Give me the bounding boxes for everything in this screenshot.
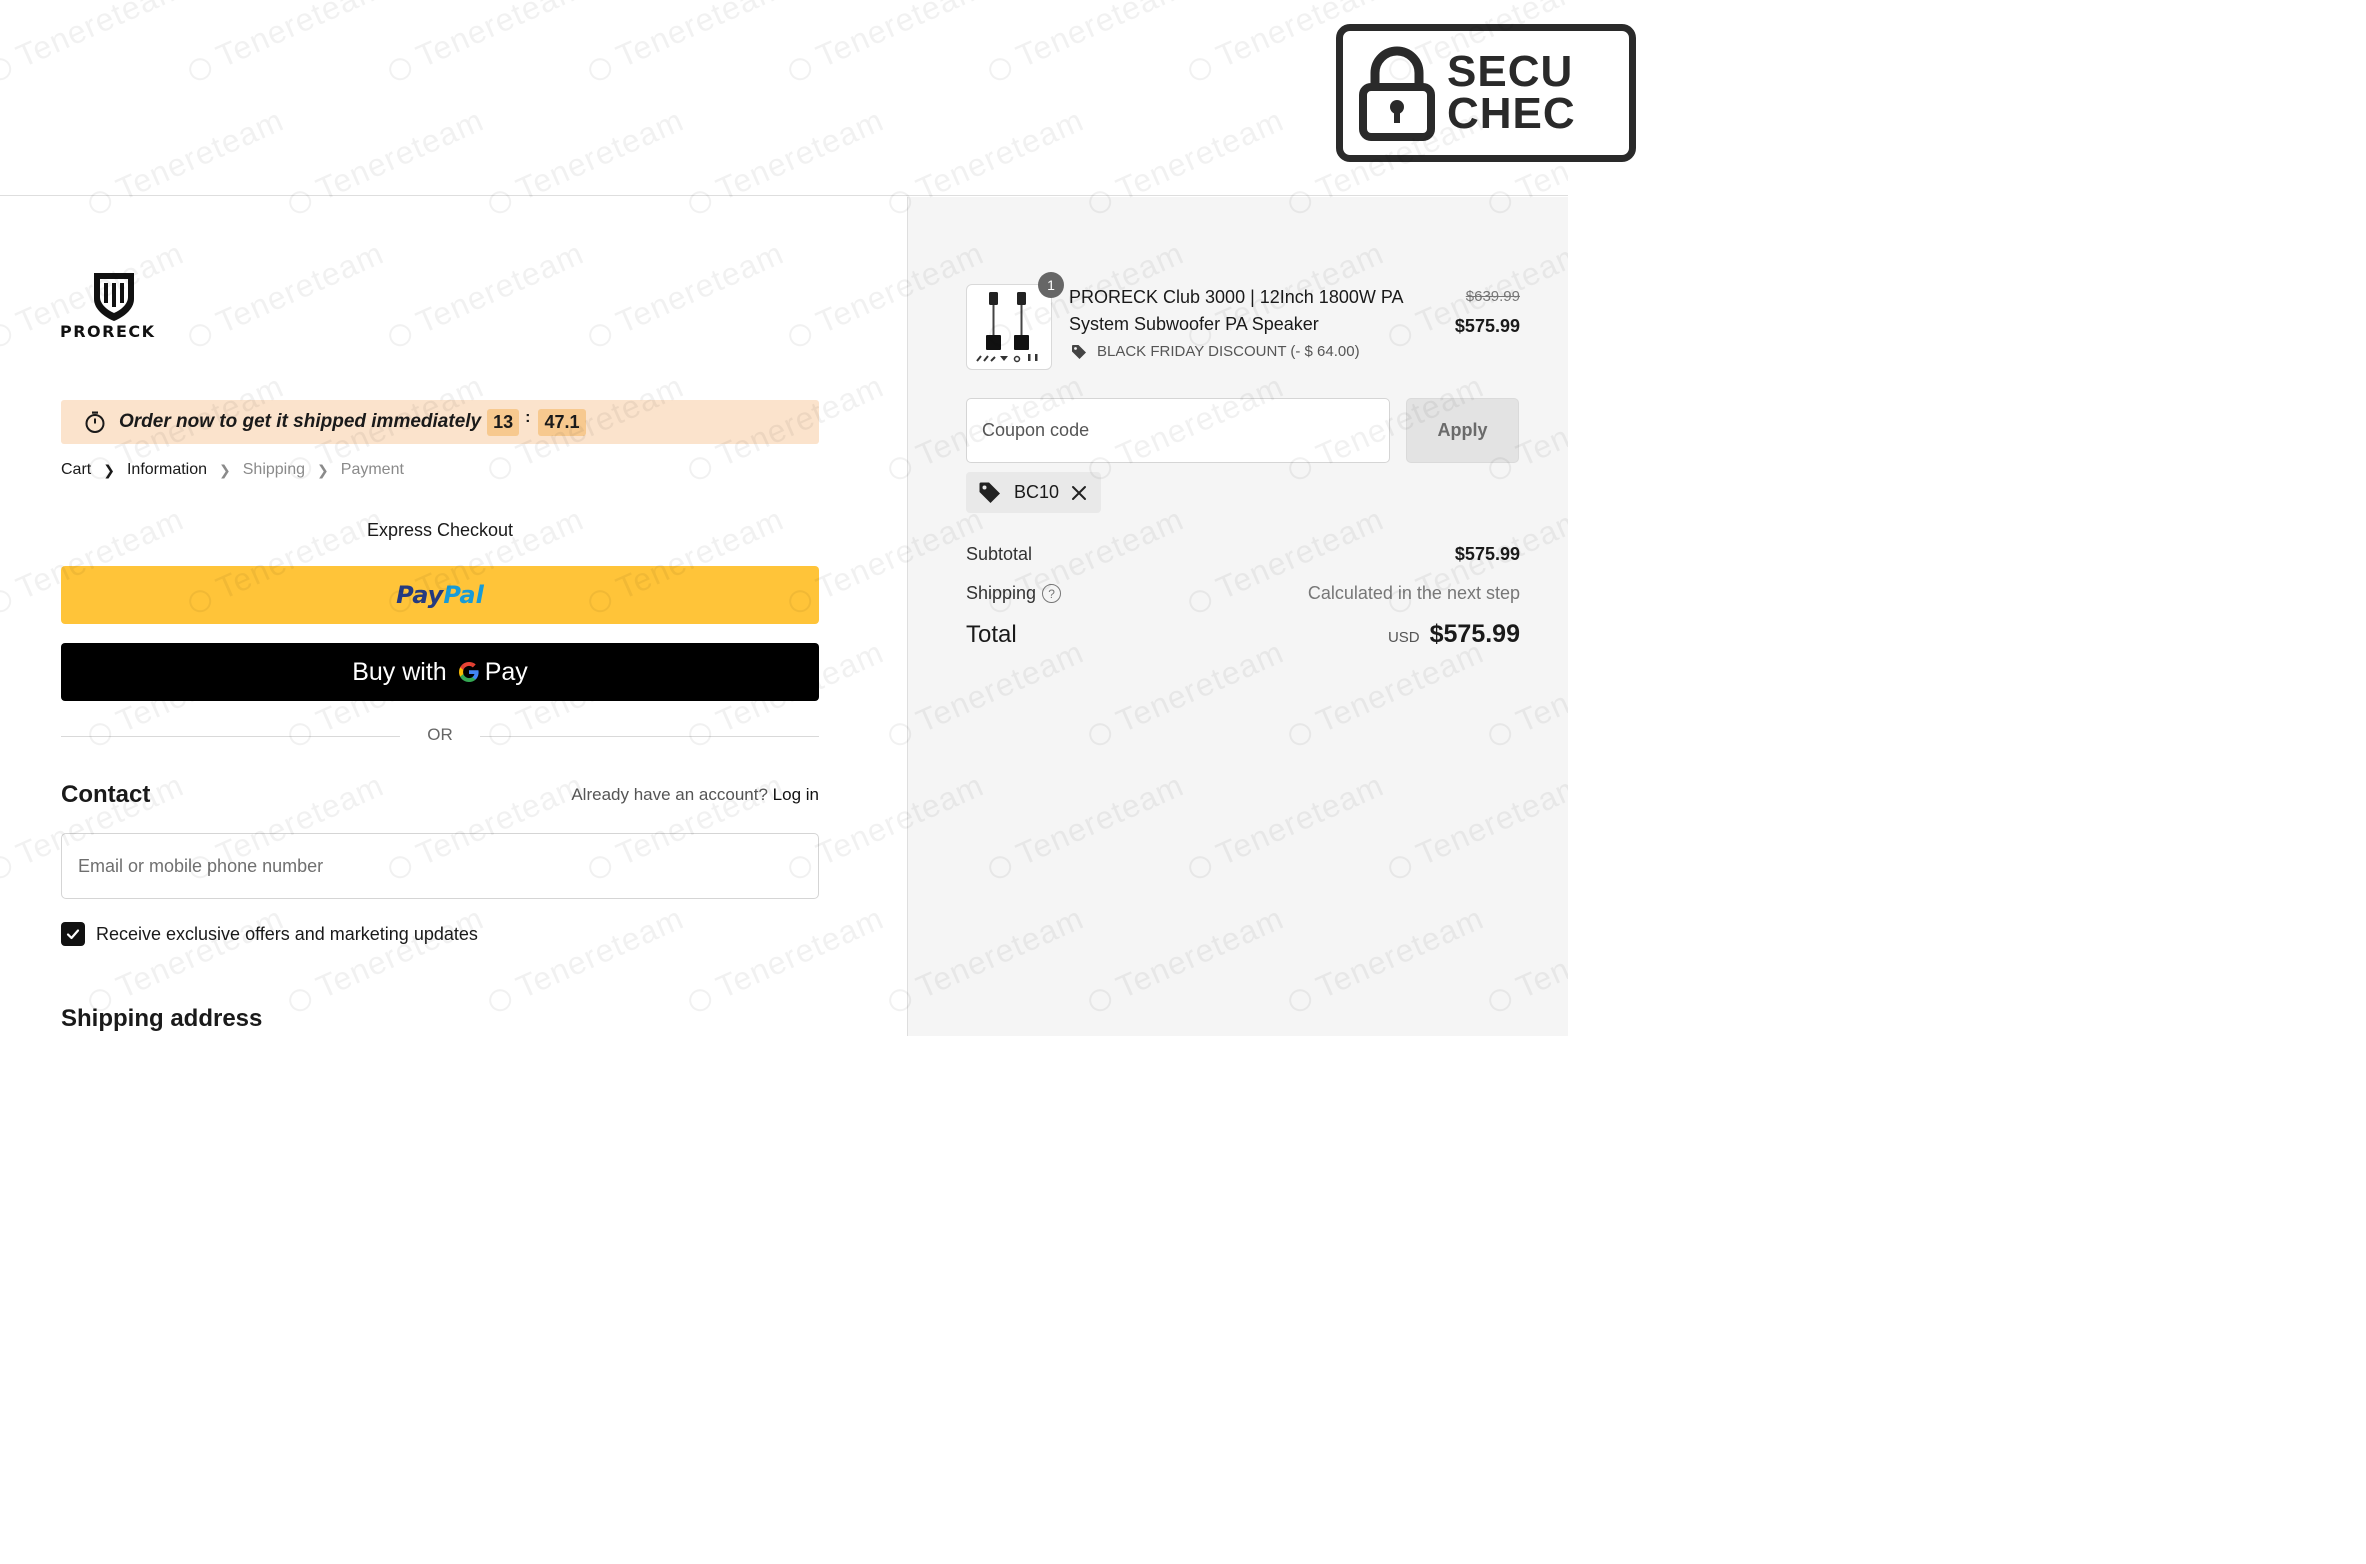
tag-icon (1072, 344, 1086, 359)
chevron-right-icon: ❯ (219, 461, 231, 478)
express-checkout-title: Express Checkout (366, 520, 514, 540)
breadcrumb-information: Information (126, 461, 208, 478)
question-circle-icon[interactable]: ? (1042, 584, 1062, 603)
promo-text: Order now to get it shipped immediately (119, 411, 482, 432)
paypal-button[interactable]: Pay Pal (61, 566, 819, 624)
original-price: $639.99 (1465, 288, 1520, 305)
account-prompt-text: Already have an account? (571, 785, 768, 804)
countdown-seconds: 47.1 (538, 408, 586, 436)
product-name: PRORECK Club 3000 | 12Inch 1800W PA Syst… (1069, 287, 1403, 334)
login-link[interactable]: Log in (773, 785, 819, 804)
discount-label: BLACK FRIDAY DISCOUNT (- $ 64.00) (1097, 343, 1360, 360)
shipping-address-heading: Shipping address (61, 1005, 263, 1032)
subtotal-value: $575.99 (1454, 544, 1520, 564)
breadcrumb-shipping: Shipping (242, 461, 306, 478)
google-pay-button[interactable]: Buy with Pay (61, 643, 819, 701)
offers-label: Receive exclusive offers and marketing u… (96, 923, 478, 944)
offers-checkbox[interactable] (61, 922, 85, 946)
apply-coupon-button[interactable]: Apply (1406, 398, 1519, 463)
total-currency: USD (1387, 629, 1420, 646)
coupon-code-input[interactable] (966, 398, 1390, 463)
speaker-product-image (976, 292, 1038, 363)
order-summary: 1 PRORECK Club 3000 | 12Inch 1800W PA Sy… (907, 197, 1568, 1036)
paypal-logo-part1: Pay (396, 581, 444, 609)
checkout-main: PRORECK Order now to get it shipped imme… (0, 197, 907, 1036)
countdown-separator: : (525, 409, 531, 426)
countdown-minutes: 13 (487, 408, 520, 436)
discount-row: BLACK FRIDAY DISCOUNT (- $ 64.00) (1071, 343, 1360, 360)
shipping-label-text: Shipping (966, 583, 1037, 603)
secure-checkout-badge: SECU CHEC (1336, 24, 1636, 162)
account-prompt: Already have an account? Log in (571, 785, 819, 805)
applied-coupon-code: BC10 (1014, 482, 1060, 502)
shipping-summary-value: Calculated in the next step (1307, 583, 1520, 603)
stopwatch-icon (85, 411, 105, 433)
brand-name: PRORECK (60, 322, 156, 341)
chevron-right-icon: ❯ (103, 461, 115, 478)
secure-checkout-text: SECU CHEC (1447, 47, 1576, 138)
paypal-logo-part2: Pal (443, 581, 484, 609)
breadcrumb-cart[interactable]: Cart (61, 461, 91, 479)
tag-icon (979, 482, 1000, 503)
marketing-opt-in[interactable]: Receive exclusive offers and marketing u… (61, 922, 478, 946)
breadcrumb: Cart ❯ Information ❯ Shipping ❯ Payment (61, 461, 404, 479)
google-g-icon (458, 662, 479, 682)
email-or-phone-input[interactable] (61, 833, 819, 899)
top-header: SECU CHEC (0, 0, 1636, 196)
breadcrumb-payment: Payment (340, 461, 404, 478)
total-amount: $575.99 (1429, 620, 1520, 648)
quantity-badge: 1 (1038, 272, 1064, 298)
or-text: OR (427, 725, 453, 744)
gpay-suffix: Pay (484, 657, 528, 686)
total-amount-wrap: USD $575.99 (1388, 620, 1520, 649)
gpay-prefix: Buy with (352, 657, 447, 686)
chevron-right-icon: ❯ (317, 461, 329, 478)
or-divider: OR (61, 725, 819, 749)
line-item-price: $575.99 (1454, 316, 1520, 336)
contact-heading: Contact (61, 781, 151, 808)
remove-coupon-close-icon[interactable] (1071, 485, 1087, 501)
shipping-promo-banner: Order now to get it shipped immediately … (61, 400, 819, 444)
subtotal-label: Subtotal (966, 544, 1033, 564)
total-label: Total (966, 621, 1017, 648)
lock-icon (1359, 46, 1435, 141)
checkmark-icon (66, 929, 80, 940)
product-thumbnail (966, 284, 1052, 370)
applied-coupon-chip: BC10 (966, 472, 1102, 513)
shipping-summary-label: Shipping ? (966, 583, 1062, 604)
